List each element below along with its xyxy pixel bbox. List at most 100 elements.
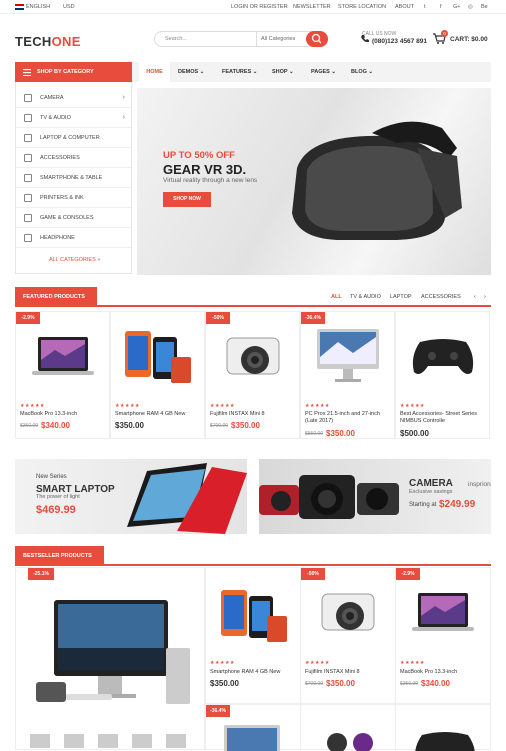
nav-blog[interactable]: BLOG ⌄ — [351, 62, 373, 82]
product-card[interactable]: -2.9% ★★★★★ MacBook Pro 13.3-inch $350.0… — [15, 311, 110, 439]
site-logo[interactable]: TECHONE — [15, 34, 81, 49]
headphone-icon — [24, 234, 32, 242]
instagram-icon[interactable]: ◎ — [468, 4, 473, 10]
product-price: $350.00 — [326, 429, 355, 438]
smartphone-image — [125, 331, 191, 383]
shop-by-category-button[interactable]: SHOP BY CATEGORY — [15, 62, 132, 82]
big-product-card[interactable]: -25.1% — [15, 567, 205, 750]
store-location-link[interactable]: STORE LOCATION — [338, 4, 386, 10]
thumbnail[interactable] — [98, 734, 118, 748]
cameras-image — [259, 475, 399, 519]
product-card[interactable]: ★★★★★ Smartphone RAM 4 GB New $350.00 — [110, 311, 205, 439]
hero-slider[interactable]: UP TO 50% OFF GEAR VR 3D. Virtual realit… — [137, 88, 491, 275]
product-card[interactable]: -50% ★★★★★ Fujifilm INSTAX Mini 8 $700.0… — [300, 567, 396, 704]
product-name[interactable]: MacBook Pro 13.3-inch — [400, 669, 488, 676]
camera-image — [321, 593, 375, 631]
banner-title-2: insprion — [468, 481, 491, 488]
sidebar-item-tv-audio[interactable]: TV & AUDIO › — [16, 108, 131, 128]
product-card[interactable]: -36.4% — [205, 704, 301, 751]
facebook-icon[interactable]: f — [440, 4, 442, 10]
shop-now-button[interactable]: SHOP NOW — [163, 192, 211, 207]
all-categories-link[interactable]: ALL CATEGORIES » — [49, 257, 100, 263]
twitter-icon[interactable]: t — [424, 4, 426, 10]
camera-banner[interactable]: CAMERA insprion Exclusive savings Starti… — [259, 459, 491, 534]
gamepad-image — [412, 339, 474, 374]
sidebar-item-headphone[interactable]: HEADPHONE — [16, 228, 131, 248]
product-name[interactable]: PC Prox 21.5-inch and 27-inch (Late 2017… — [305, 411, 393, 425]
nav-shop[interactable]: SHOP ⌄ — [272, 62, 294, 82]
cart-total[interactable]: CART: $0.00 — [450, 36, 488, 43]
thumbnail[interactable] — [132, 734, 152, 748]
smartphone-icon — [24, 174, 32, 182]
about-link[interactable]: ABOUT — [395, 4, 414, 10]
product-name[interactable]: Fujifilm INSTAX Mini 8 — [305, 669, 393, 676]
printer-icon — [24, 194, 32, 202]
thumbnail[interactable] — [30, 734, 50, 748]
login-link[interactable]: LOGIN OR REGISTER — [231, 4, 288, 10]
tab-all[interactable]: ALL — [331, 294, 342, 300]
banner-subtitle: The power of light — [36, 494, 80, 500]
newsletter-link[interactable]: NEWSLETTER — [293, 4, 331, 10]
google-plus-icon[interactable]: G+ — [453, 4, 461, 10]
product-name[interactable]: Smartphone RAM 4 GB New — [210, 669, 298, 676]
sidebar-item-laptop[interactable]: LAPTOP & COMPUTER — [16, 128, 131, 148]
product-name[interactable]: Fujifilm INSTAX Mini 8 — [210, 411, 298, 418]
shop-by-category-label: SHOP BY CATEGORY — [37, 69, 94, 75]
product-name[interactable]: Best Accessories- Street Series NIMBUS C… — [400, 411, 488, 425]
tab-laptop[interactable]: LAPTOP — [390, 294, 412, 300]
product-name[interactable]: Smartphone RAM 4 GB New — [115, 411, 203, 418]
sidebar-item-printers[interactable]: PRINTERS & INK — [16, 188, 131, 208]
product-card[interactable]: -36.4% ★★★★★ PC Prox 21.5-inch and 27-in… — [300, 311, 395, 439]
discount-badge: -2.9% — [396, 568, 420, 580]
nav-features[interactable]: FEATURES ⌄ — [222, 62, 257, 82]
cart-count-badge: 0 — [441, 30, 448, 37]
sidebar-item-smartphone[interactable]: SMARTPHONE & TABLE — [16, 168, 131, 188]
search-button[interactable] — [306, 31, 328, 47]
smart-laptop-banner[interactable]: New Series SMART LAPTOP The power of lig… — [15, 459, 247, 534]
sidebar-item-game[interactable]: GAME & CONSOLES — [16, 208, 131, 228]
nav-blog-label: BLOG — [351, 69, 367, 75]
language-select[interactable]: ENGLISH — [26, 4, 50, 10]
nav-shop-label: SHOP — [272, 69, 288, 75]
thumbnail[interactable] — [64, 734, 84, 748]
search-category-select[interactable]: All Categories — [256, 32, 295, 46]
vr-headset-image — [292, 121, 462, 240]
sidebar-item-camera[interactable]: CAMERA › — [16, 88, 131, 108]
next-arrow-icon[interactable]: › — [484, 294, 486, 300]
phone-number[interactable]: (080)123 4567 891 — [372, 38, 427, 45]
product-card[interactable] — [300, 704, 396, 751]
banner-price: $249.99 — [439, 499, 476, 510]
product-card[interactable]: ★★★★★ Best Accessories- Street Series NI… — [395, 311, 490, 439]
tv-icon — [24, 114, 32, 122]
product-card[interactable] — [395, 704, 491, 751]
behance-icon[interactable]: Be — [481, 4, 488, 10]
sidebar-item-label: SMARTPHONE & TABLE — [40, 175, 103, 181]
nav-home[interactable]: HOME — [139, 62, 170, 82]
thumbnail[interactable] — [166, 734, 186, 748]
rating-stars: ★★★★★ — [20, 403, 45, 409]
currency-select[interactable]: USD — [63, 4, 75, 10]
product-card[interactable]: -2.9% ★★★★★ MacBook Pro 13.3-inch $350.0… — [395, 567, 491, 704]
product-card[interactable]: -50% ★★★★★ Fujifilm INSTAX Mini 8 $700.0… — [205, 311, 300, 439]
search-input[interactable]: Search... — [165, 36, 187, 42]
chevron-down-icon: ⌄ — [289, 69, 294, 75]
tab-accessories[interactable]: ACCESSORIES — [421, 294, 461, 300]
sidebar-item-label: LAPTOP & COMPUTER — [40, 135, 100, 141]
bestseller-title: BESTSELLER PRODUCTS — [15, 546, 104, 566]
product-card[interactable]: ★★★★★ Smartphone RAM 4 GB New $350.00 — [205, 567, 301, 704]
sidebar-item-accessories[interactable]: ACCESSORIES — [16, 148, 131, 168]
search-bar: Search... All Categories — [154, 31, 328, 47]
category-sidebar: CAMERA › TV & AUDIO › LAPTOP & COMPUTER AC… — [15, 82, 132, 274]
discount-badge: -50% — [301, 568, 325, 580]
search-icon — [311, 33, 322, 44]
product-name[interactable]: MacBook Pro 13.3-inch — [20, 411, 108, 418]
prev-arrow-icon[interactable]: ‹ — [474, 294, 476, 300]
menu-icon — [23, 69, 31, 76]
nav-pages[interactable]: PAGES ⌄ — [311, 62, 336, 82]
rating-stars: ★★★★★ — [210, 403, 235, 409]
call-label: CALL US NOW — [362, 31, 397, 37]
tab-tv-audio[interactable]: TV & AUDIO — [350, 294, 381, 300]
accessories-icon — [24, 154, 32, 162]
nav-demos[interactable]: DEMOS ⌄ — [178, 62, 204, 82]
discount-badge: -2.9% — [16, 312, 40, 324]
